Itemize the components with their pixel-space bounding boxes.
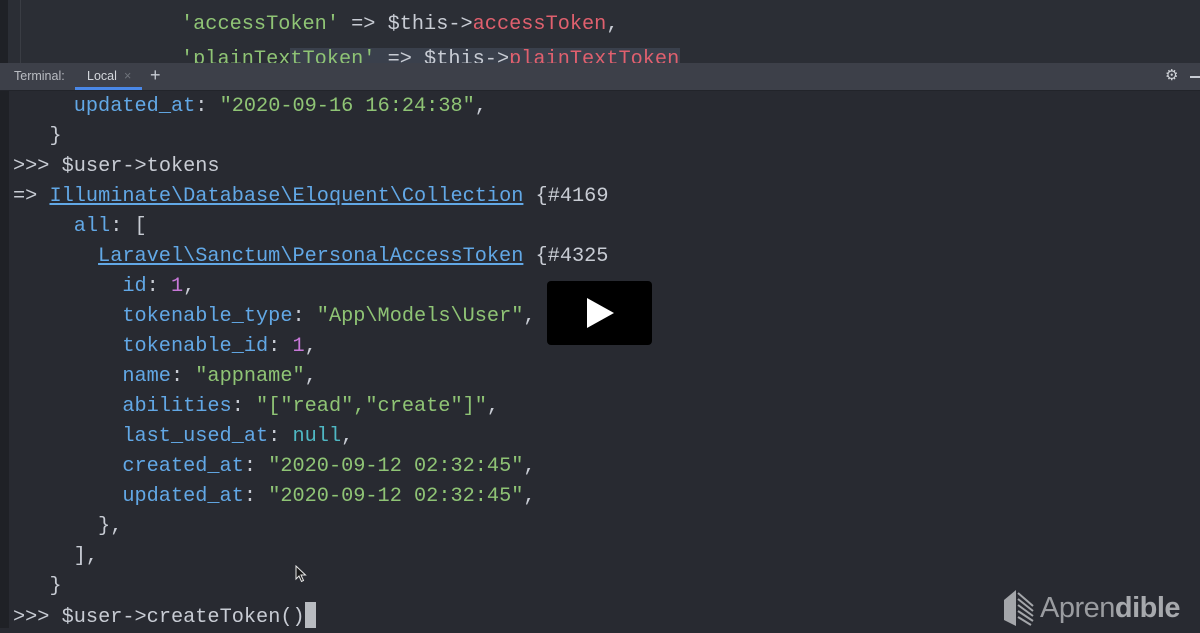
terminal-line: tokenable_type: "App\Models\User",	[122, 302, 535, 332]
terminal-line: },	[98, 512, 122, 542]
terminal-line: abilities: "["read","create"]",	[122, 392, 499, 422]
token-txt: >>> $user->tokens	[13, 155, 220, 178]
terminal-line: all: [	[74, 212, 147, 242]
token-txt: ,	[523, 455, 536, 478]
token-key: all	[73, 215, 111, 238]
token-key: tokenable_id	[122, 335, 269, 358]
token-txt: =>	[13, 185, 50, 208]
token-str: "2020-09-12 02:32:45"	[268, 485, 524, 508]
terminal-line: updated_at: "2020-09-12 02:32:45",	[122, 482, 535, 512]
terminal-line: updated_at: "2020-09-16 16:24:38",	[74, 92, 487, 122]
token-txt: {#4169	[523, 185, 609, 208]
logo-text: Aprendible	[1040, 591, 1181, 624]
tab-local[interactable]: Local ×	[75, 63, 142, 90]
play-button[interactable]	[547, 281, 652, 345]
token-key: last_used_at	[122, 425, 269, 448]
token-txt: ,	[474, 95, 487, 118]
token-txt: },	[98, 515, 123, 538]
token-str: "App\Models\User"	[316, 305, 524, 328]
token-str: 'plainTextToken'	[181, 48, 376, 63]
play-icon	[587, 298, 614, 328]
token-txt: :	[195, 95, 220, 118]
token-txt: :	[243, 485, 269, 508]
token-txt: ],	[73, 545, 99, 568]
terminal-line: created_at: "2020-09-12 02:32:45",	[122, 452, 535, 482]
active-tab-underline	[75, 87, 142, 90]
token-key: name	[122, 365, 171, 388]
indent-guide	[20, 0, 21, 63]
gear-icon[interactable]: ⚙	[1165, 66, 1178, 84]
class-link[interactable]: Illuminate\Database\Eloquent\Collection	[49, 185, 523, 208]
token-txt: :	[292, 305, 317, 328]
terminal-line: Laravel\Sanctum\PersonalAccessToken {#43…	[98, 242, 608, 272]
terminal-toolbar: Terminal: Local × + ⚙	[0, 63, 1200, 91]
terminal-line: tokenable_id: 1,	[122, 332, 316, 362]
tab-label: Local	[87, 69, 117, 83]
token-txt: => $this->	[338, 13, 473, 36]
editor-gutter	[0, 0, 8, 63]
token-txt: ,	[523, 305, 536, 328]
token-str: "2020-09-12 02:32:45"	[268, 455, 524, 478]
token-txt: }	[49, 575, 62, 598]
token-str: "appname"	[195, 365, 305, 388]
token-txt: {#4325	[523, 245, 609, 268]
terminal-line: >>> $user->tokens	[13, 152, 220, 182]
logo-mark-icon	[1004, 590, 1034, 626]
token-txt: ,	[341, 425, 354, 448]
token-txt: :	[243, 455, 269, 478]
token-key: updated_at	[73, 95, 196, 118]
token-key: id	[122, 275, 147, 298]
terminal-line: }	[49, 122, 61, 152]
token-txt: :	[231, 395, 257, 418]
token-txt: ,	[304, 365, 317, 388]
editor-line: 'accessToken' => $this->accessToken,	[181, 13, 618, 36]
terminal-line: last_used_at: null,	[122, 422, 353, 452]
terminal-line: }	[49, 572, 61, 602]
token-txt: :	[268, 335, 293, 358]
token-txt: => $this->	[375, 48, 510, 63]
terminal-line: name: "appname",	[122, 362, 316, 392]
terminal-line: id: 1,	[122, 272, 195, 302]
token-txt: ,	[183, 275, 196, 298]
terminal-label: Terminal:	[14, 69, 65, 83]
add-tab-button[interactable]: +	[150, 65, 161, 86]
token-txt: :	[146, 275, 171, 298]
token-key: updated_at	[122, 485, 244, 508]
token-str: "["read","create"]"	[256, 395, 487, 418]
token-key: tokenable_type	[122, 305, 293, 328]
token-txt: }	[49, 125, 62, 148]
token-txt: >>> $user->createToken()	[13, 606, 305, 629]
token-nul: null	[292, 425, 342, 448]
token-key: abilities	[122, 395, 232, 418]
token-num: 1	[292, 335, 305, 358]
token-red: accessToken	[472, 13, 607, 36]
token-txt: ,	[606, 13, 619, 36]
token-txt: :	[170, 365, 196, 388]
token-txt: ,	[304, 335, 317, 358]
class-link[interactable]: Laravel\Sanctum\PersonalAccessToken	[98, 245, 523, 268]
mouse-cursor-icon	[295, 565, 307, 583]
token-key: created_at	[122, 455, 244, 478]
token-str: 'accessToken'	[181, 13, 339, 36]
token-txt: ,	[486, 395, 500, 418]
token-red: plainTextToken	[509, 48, 680, 63]
aprendible-logo: Aprendible	[1004, 590, 1181, 626]
token-str: "2020-09-16 16:24:38"	[219, 95, 475, 118]
close-icon[interactable]: ×	[124, 69, 131, 83]
text-cursor	[304, 602, 316, 628]
editor-line: 'plainTextToken' => $this->plainTextToke…	[181, 48, 679, 63]
token-txt: : [	[110, 215, 147, 238]
terminal-output[interactable]: updated_at: "2020-09-16 16:24:38",} >>> $…	[0, 91, 1200, 629]
minimize-icon[interactable]	[1190, 76, 1200, 78]
token-num: 1	[170, 275, 184, 298]
code-editor: 'accessToken' => $this->accessToken,'pla…	[0, 0, 1200, 63]
terminal-line: ],	[74, 542, 98, 572]
token-txt: ,	[523, 485, 536, 508]
token-txt: :	[268, 425, 293, 448]
terminal-line: => Illuminate\Database\Eloquent\Collecti…	[13, 182, 608, 212]
